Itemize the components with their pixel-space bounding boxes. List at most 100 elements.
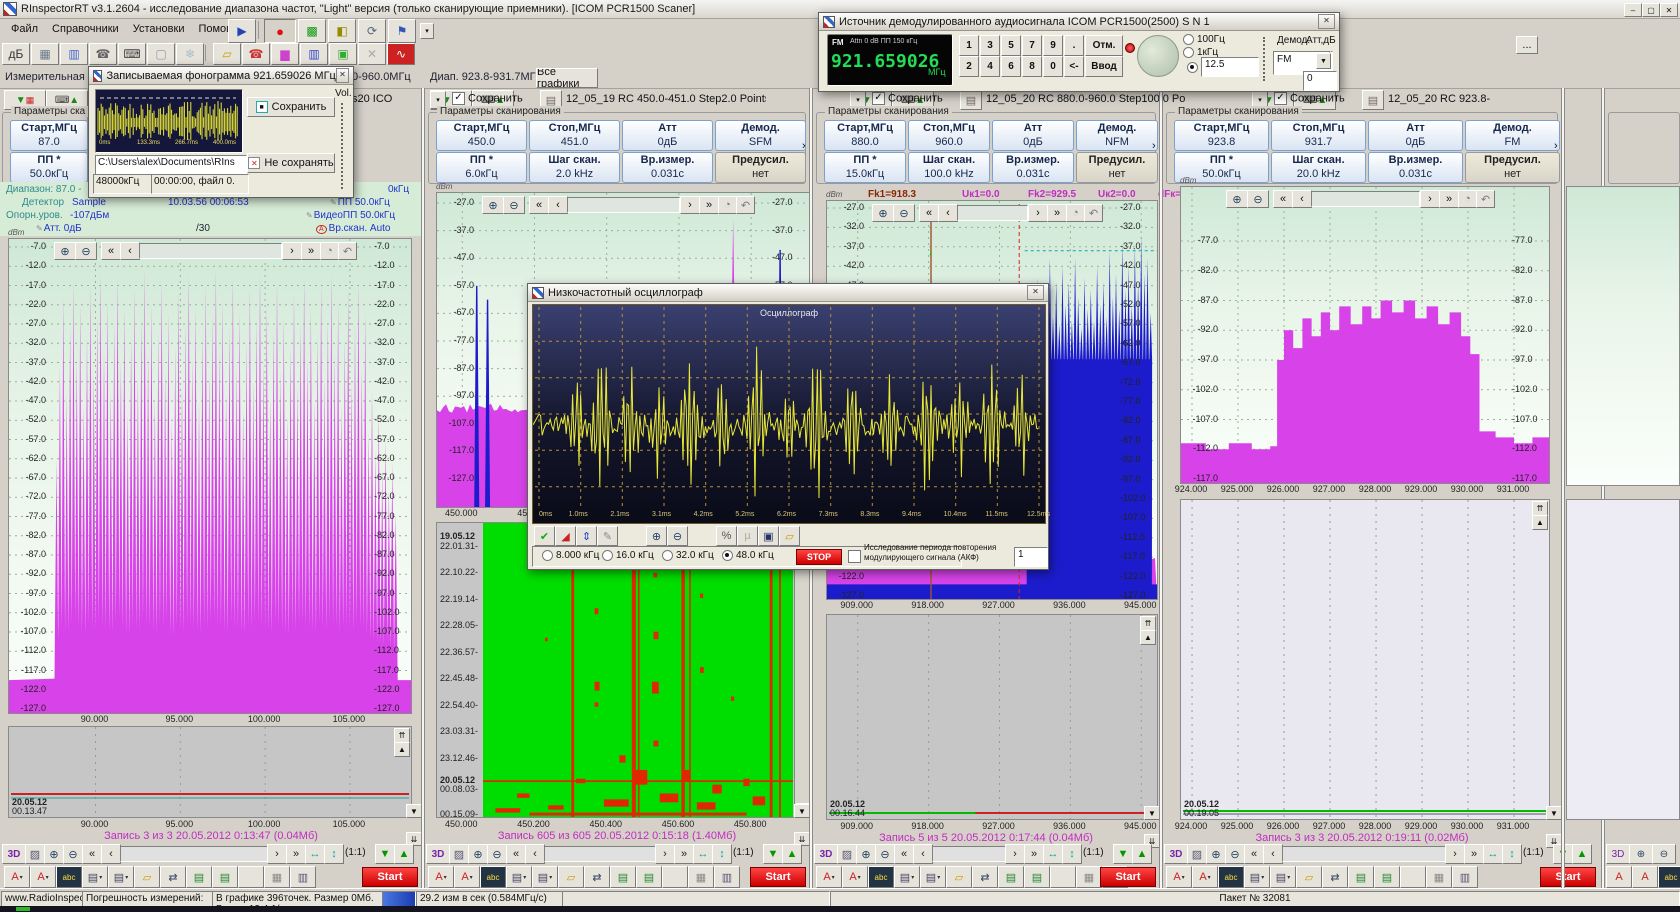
plot-zoom-in-icon[interactable]: ⊕	[1226, 190, 1248, 208]
plot-page-first-icon[interactable]: «	[919, 204, 939, 222]
wf-toolbar-page-next[interactable]: ›	[1445, 844, 1465, 864]
an-toolbar-graph-type-2[interactable]: ▤▾	[1270, 866, 1296, 888]
param-демод-button[interactable]: Демод.SFM	[715, 120, 806, 151]
osc-toolbar-marker[interactable]: µ	[737, 526, 758, 546]
param-атт-button[interactable]: Атт0дБ	[622, 120, 713, 151]
wf-toolbar-zoom-out[interactable]: ⊖	[1652, 844, 1676, 864]
osc-rate-option[interactable]: 8.000 кГц	[542, 550, 599, 561]
plot-page-last-icon[interactable]: »	[1439, 190, 1459, 208]
icom-key-.[interactable]: .	[1064, 35, 1084, 56]
phonogram-titlebar[interactable]: Записываемая фонограмма 921.659026 МГц ✕	[89, 67, 353, 85]
icom-key-1[interactable]: 1	[959, 35, 979, 56]
param-демод-button[interactable]: Демод.FM	[1465, 120, 1560, 151]
plot-zoom-in-icon[interactable]: ⊕	[872, 204, 894, 222]
icom-key-0[interactable]: 0	[1043, 56, 1063, 77]
tuning-knob[interactable]	[1137, 35, 1179, 77]
icom-key-5[interactable]: 5	[1001, 35, 1021, 56]
icom-key-4[interactable]: 4	[980, 56, 1000, 77]
icom-key-9[interactable]: 9	[1043, 35, 1063, 56]
wf-toolbar-zoom-in[interactable]: ⊕	[856, 844, 876, 864]
plot-zoom-out-icon[interactable]: ⊖	[75, 242, 97, 260]
icom-key-7[interactable]: 7	[1022, 35, 1042, 56]
icom-key-6[interactable]: 6	[1001, 56, 1021, 77]
an-toolbar-marker-font-1[interactable]: A▾	[428, 866, 454, 888]
an-toolbar-blank[interactable]	[1400, 866, 1426, 888]
param-пп-button[interactable]: ПП *50.0кГц	[10, 152, 88, 183]
osc-toolbar-apply[interactable]: ✔	[534, 526, 555, 546]
plot-scrollbar[interactable]	[139, 243, 282, 259]
wf-toolbar-scroll-down[interactable]: ▼	[375, 844, 395, 864]
panel-4-waterfall[interactable]: 20.05.1200.19.05	[1180, 499, 1550, 820]
plot-redo-zoom-icon[interactable]: ↶	[736, 196, 755, 214]
param-стартмгц-button[interactable]: Старт,МГц923.8	[1174, 120, 1269, 151]
chevron-down-icon[interactable]: ▼	[1316, 53, 1331, 69]
volume-slider[interactable]	[341, 103, 343, 189]
tab-range-923[interactable]: Диап. 923.8-931.7МГц	[430, 71, 542, 83]
panel-4-db-doc-button[interactable]: ▤	[1362, 90, 1384, 110]
wf-toolbar-scrollbar[interactable]	[120, 846, 268, 862]
plot-page-next-icon[interactable]: ›	[282, 242, 302, 260]
wf-toolbar-page-next[interactable]: ›	[655, 844, 675, 864]
phonogram-path-field[interactable]: C:\Users\alex\Documents\RIns	[95, 155, 247, 175]
wf-toolbar-zoom-out[interactable]: ⊖	[875, 844, 895, 864]
param-стопмгц-button[interactable]: Стоп,МГц451.0	[529, 120, 620, 151]
param-стартмгц-button[interactable]: Старт,МГц450.0	[436, 120, 527, 151]
plot-scrollbar[interactable]	[1311, 191, 1420, 207]
close-button[interactable]: ✕	[1660, 3, 1678, 17]
param-предусил-button[interactable]: Предусил.нет	[1465, 152, 1560, 183]
icom-key-Ввод[interactable]: Ввод	[1085, 56, 1123, 77]
wf-toolbar-fit-height[interactable]: ↕	[712, 844, 732, 864]
an-toolbar-marker-font-1[interactable]: A	[1606, 866, 1632, 888]
an-toolbar-open-folder[interactable]: ▱	[558, 866, 584, 888]
an-toolbar-marker-font-2[interactable]: A	[1632, 866, 1658, 888]
an-toolbar-graph-grid[interactable]: ▦	[688, 866, 714, 888]
wf-toolbar-zoom-in[interactable]: ⊕	[468, 844, 488, 864]
an-toolbar-abc-labels[interactable]: abc	[1658, 866, 1680, 888]
wf-toolbar-scroll-down[interactable]: ▼	[763, 844, 783, 864]
akf-period-field[interactable]: 1	[1014, 547, 1048, 567]
step-radio[interactable]	[1183, 34, 1194, 45]
menu-item-Установки[interactable]: Установки	[126, 21, 192, 37]
wf-toolbar-page-prev[interactable]: ‹	[913, 844, 933, 864]
icom-key-Отм.[interactable]: Отм.	[1085, 35, 1123, 56]
plot-undo-zoom-icon[interactable]: ◔	[718, 196, 737, 214]
icom-key-3[interactable]: 3	[980, 35, 1000, 56]
osc-toolbar-open[interactable]: ▱	[779, 526, 800, 546]
panel-2-params-more[interactable]: ›	[802, 140, 810, 154]
toolbar-button-akf-wave[interactable]: ∿	[387, 43, 415, 65]
an-toolbar-export[interactable]: ⇄	[1322, 866, 1348, 888]
an-toolbar-graph-type-1[interactable]: ▤▾	[82, 866, 108, 888]
param-стопмгц-button[interactable]: Стоп,МГц960.0	[908, 120, 990, 151]
tab-range-overflow[interactable]: 0-960.0МГц	[352, 71, 411, 83]
panel-4-start-button[interactable]: Start	[1540, 867, 1596, 887]
an-toolbar-graph-grid[interactable]: ▦	[1076, 866, 1102, 888]
save-db-checkbox[interactable]: ✓	[452, 92, 465, 105]
taskbar-start-sliver[interactable]	[16, 907, 30, 911]
an-toolbar-cursor-info[interactable]: ▥	[290, 866, 316, 888]
wf-toolbar-scrollbar[interactable]	[932, 846, 1006, 862]
osc-rate-option[interactable]: 16.0 кГц	[602, 550, 654, 561]
param-атт-button[interactable]: Атт0дБ	[1368, 120, 1463, 151]
panel-3-waterfall[interactable]: 20.05.1200.16.44	[826, 614, 1158, 820]
an-toolbar-abc-labels[interactable]: abc	[1218, 866, 1244, 888]
osc-toolbar-zoom-out[interactable]: ⊖	[667, 526, 688, 546]
an-toolbar-db-book-2[interactable]: ▤	[636, 866, 662, 888]
panel-1-spectrum-plot[interactable]	[8, 238, 412, 714]
wf-toolbar-page-next[interactable]: ›	[267, 844, 287, 864]
toolbar-button-keyboard-book[interactable]: ⌨	[118, 43, 146, 65]
icom-key-8[interactable]: 8	[1022, 56, 1042, 77]
wf-toolbar-fit-height[interactable]: ↕	[1502, 844, 1522, 864]
wf-toolbar-scroll-up[interactable]: ▲	[1572, 844, 1592, 864]
icom-titlebar[interactable]: Источник демодулированного аудиосигнала …	[819, 13, 1339, 31]
an-toolbar-graph-type-2[interactable]: ▤▾	[920, 866, 946, 888]
wf-toolbar-page-prev[interactable]: ‹	[101, 844, 121, 864]
param-стартмгц-button[interactable]: Старт,МГц87.0	[10, 120, 88, 151]
an-toolbar-db-book-2[interactable]: ▤	[212, 866, 238, 888]
step-option-100Гц[interactable]: 100Гц	[1183, 34, 1225, 45]
an-toolbar-open-folder[interactable]: ▱	[134, 866, 160, 888]
wf-toolbar-fit-width[interactable]: ↔	[693, 844, 713, 864]
plot-page-prev-icon[interactable]: ‹	[548, 196, 568, 214]
wf-toolbar-zoom-in[interactable]: ⊕	[1629, 844, 1653, 864]
close-icon[interactable]: ✕	[336, 68, 349, 83]
wf-toolbar-page-first[interactable]: «	[894, 844, 914, 864]
